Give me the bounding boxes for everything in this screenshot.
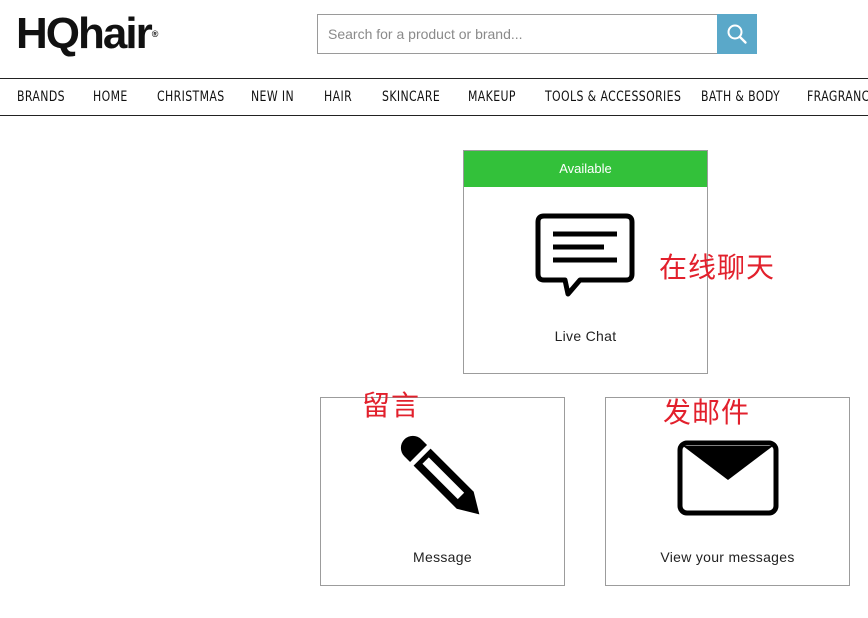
logo-registered-mark: ® [151,29,159,39]
view-messages-label: View your messages [660,549,795,565]
annotation-email: 发邮件 [663,396,751,429]
live-chat-label: Live Chat [554,328,617,344]
availability-status: Available [464,151,707,187]
search-button[interactable] [717,14,757,54]
pencil-icon [400,435,480,515]
search-icon [727,24,747,44]
chat-bubble-icon [535,213,635,297]
nav-hair[interactable]: HAIR [324,79,352,115]
page: HQhair® BRANDS HOME CHRISTMAS NEW IN HAI… [0,0,868,618]
annotation-live-chat: 在线聊天 [659,251,776,284]
message-card[interactable]: Message [320,397,565,586]
logo-text: HQhair [16,9,153,58]
nav-new-in[interactable]: NEW IN [251,79,294,115]
nav-skincare[interactable]: SKINCARE [382,79,440,115]
main-nav: BRANDS HOME CHRISTMAS NEW IN HAIR SKINCA… [0,78,868,116]
message-label: Message [413,549,472,565]
nav-brands[interactable]: BRANDS [17,79,65,115]
nav-home[interactable]: HOME [93,79,128,115]
nav-fragrance[interactable]: FRAGRANCE [807,79,868,115]
envelope-icon [677,440,779,516]
search-bar [317,14,757,54]
hqhair-logo[interactable]: HQhair® [16,12,158,56]
annotation-message: 留言 [362,389,421,422]
nav-bath-body[interactable]: BATH & BODY [701,79,780,115]
nav-makeup[interactable]: MAKEUP [468,79,516,115]
nav-christmas[interactable]: CHRISTMAS [157,79,225,115]
search-input[interactable] [317,14,717,54]
nav-tools-accessories[interactable]: TOOLS & ACCESSORIES [545,79,681,115]
